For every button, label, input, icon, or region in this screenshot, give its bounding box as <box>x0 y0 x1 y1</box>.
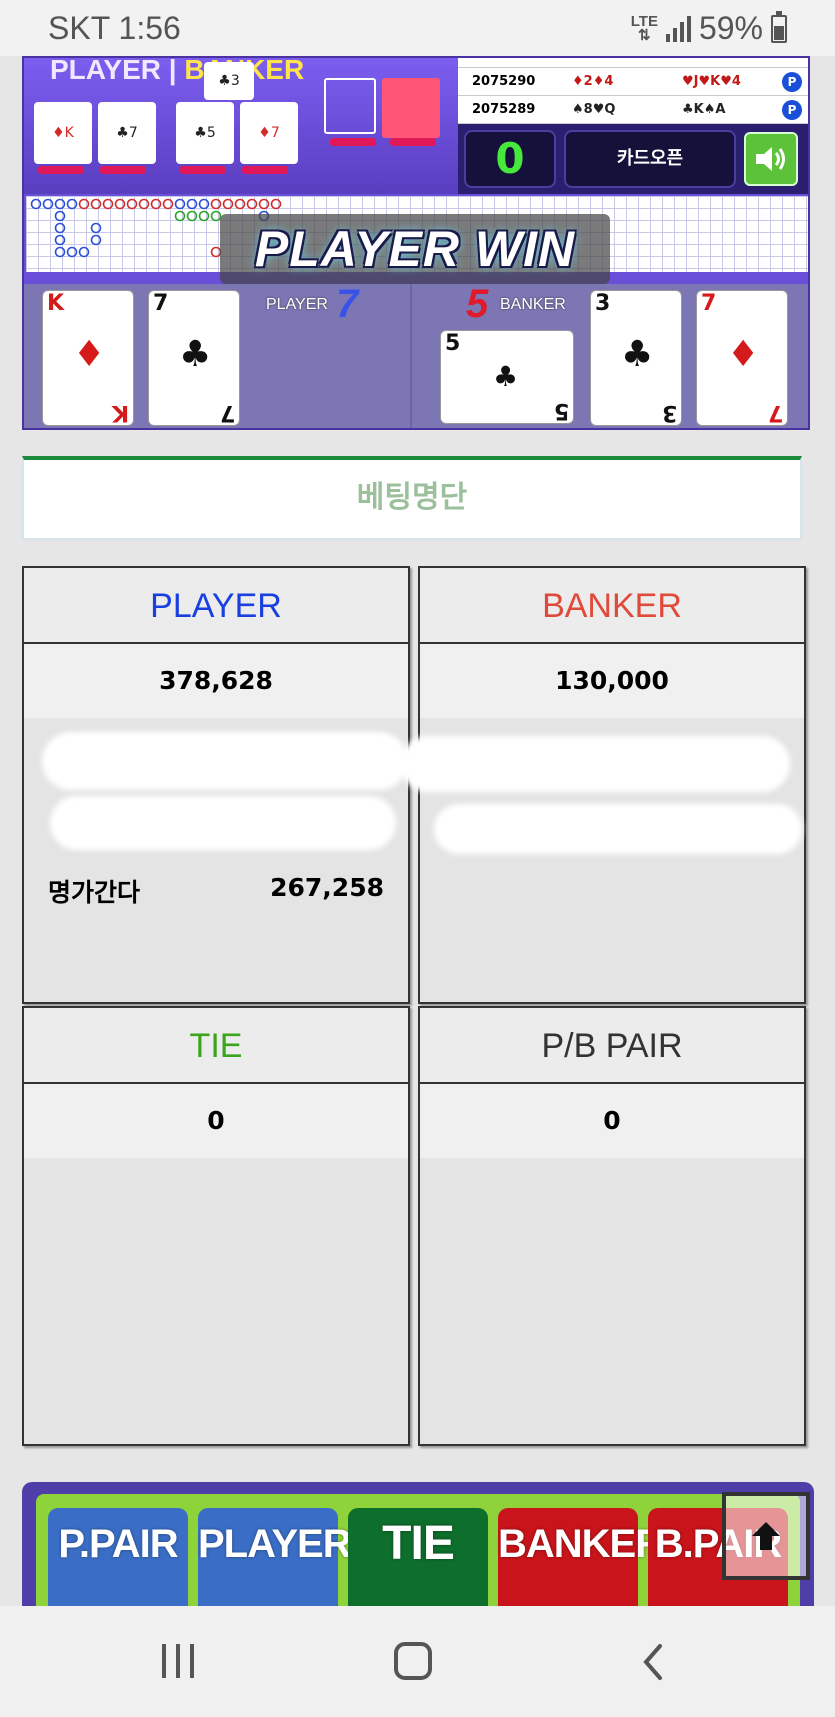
win-banner: PLAYER WIN <box>220 214 610 284</box>
system-nav-bar <box>0 1606 835 1717</box>
pair-panel-title: P/B PAIR <box>420 1008 804 1084</box>
banker-bets-panel: BANKER 130,000 <box>400 566 806 1004</box>
bet-entry-row: 명가간다 267,258 <box>48 873 384 909</box>
result-badge: P <box>782 99 802 120</box>
table-card: ♦7 <box>240 102 298 164</box>
tie-bets-panel: TIE 0 <box>22 1006 410 1446</box>
baccarat-game-view: PLAYER | BANKER ♦K ♣7 ♣5 ♦7 ♣3 2075290 ♦… <box>22 56 810 430</box>
home-button[interactable] <box>394 1642 432 1680</box>
recent-apps-button[interactable] <box>162 1644 194 1678</box>
carrier-time: SKT 1:56 <box>48 10 181 46</box>
table-marker <box>38 166 84 174</box>
card-shoe <box>324 78 376 134</box>
banker-label: BANKER <box>500 296 566 313</box>
banker-card-2: 3 ♣ 3 <box>590 290 682 426</box>
bet-button-bar: P.PAIR PLAYER TIE BANKER B.PAIR <box>22 1482 814 1606</box>
game-controls: 0 카드오픈 <box>458 124 808 194</box>
player-card-2: 7 ♣ 7 <box>148 290 240 426</box>
table-card: ♣5 <box>176 102 234 164</box>
banker-panel-title: BANKER <box>420 568 804 644</box>
redaction-scribble <box>400 736 790 792</box>
history-row: 2075289 ♠8♥Q ♣K♠A P <box>458 96 808 124</box>
banker-score: 5 <box>466 282 489 326</box>
card-shoe <box>382 78 440 138</box>
back-button[interactable] <box>634 1642 674 1682</box>
player-result-area: K ♦ K 7 ♣ 7 PLAYER 7 <box>24 282 410 428</box>
player-score: 7 <box>336 282 359 326</box>
history-row-partial <box>458 58 808 68</box>
banker-total: 130,000 <box>420 644 804 718</box>
arrow-up-icon <box>752 1522 780 1550</box>
tie-bet-button[interactable]: TIE <box>348 1508 488 1606</box>
speaker-icon <box>756 147 785 171</box>
history-row: 2075290 ♦2♦4 ♥J♥K♥4 P <box>458 68 808 96</box>
banker-result-area: 5 BANKER 5 ♣ 5 3 ♣ 3 7 ♦ 7 <box>412 282 808 428</box>
banker-card-1: 5 ♣ 5 <box>440 330 574 424</box>
player-bet-button[interactable]: PLAYER <box>198 1508 352 1606</box>
status-icons: LTE ⇅ 59% <box>631 10 787 47</box>
pair-total: 0 <box>420 1084 804 1158</box>
player-pair-bet-button[interactable]: P.PAIR <box>48 1508 188 1606</box>
scene-title: PLAYER | BANKER <box>50 56 304 85</box>
card-open-button[interactable]: 카드오픈 <box>564 130 736 188</box>
table-card: ♣3 <box>204 62 254 100</box>
redaction-scribble <box>434 804 802 854</box>
chevron-left-icon <box>643 1644 662 1680</box>
table-card: ♣7 <box>98 102 156 164</box>
bet-button-tray: P.PAIR PLAYER TIE BANKER B.PAIR <box>36 1494 800 1606</box>
scroll-top-button[interactable] <box>722 1492 810 1580</box>
round-result: K ♦ K 7 ♣ 7 PLAYER 7 5 BANKER 5 ♣ 5 3 ♣ <box>24 282 808 428</box>
dealer-table-scene: PLAYER | BANKER ♦K ♣7 ♣5 ♦7 ♣3 <box>24 58 458 194</box>
player-panel-title: PLAYER <box>24 568 408 644</box>
table-marker <box>390 138 436 146</box>
banker-card-3: 7 ♦ 7 <box>696 290 788 426</box>
bet-amount: 267,258 <box>270 873 384 902</box>
bet-list-title: 베팅명단 <box>22 456 802 540</box>
player-bets-panel: PLAYER 378,628 명가간다 267,258 <box>22 566 410 1004</box>
tie-panel-title: TIE <box>24 1008 408 1084</box>
sound-toggle-button[interactable] <box>744 132 798 186</box>
table-marker <box>330 138 376 146</box>
player-total: 378,628 <box>24 644 408 718</box>
pair-bets-panel: P/B PAIR 0 <box>418 1006 806 1446</box>
status-bar: SKT 1:56 LTE ⇅ 59% <box>0 0 835 56</box>
banker-bet-button[interactable]: BANKER <box>498 1508 664 1606</box>
table-card: ♦K <box>34 102 92 164</box>
result-badge: P <box>782 71 802 92</box>
battery-percent: 59% <box>698 10 763 46</box>
table-marker <box>242 166 288 174</box>
round-history: 2075290 ♦2♦4 ♥J♥K♥4 P 2075289 ♠8♥Q ♣K♠A … <box>458 58 808 124</box>
redaction-scribble <box>42 732 408 790</box>
bettor-name: 명가간다 <box>48 878 141 907</box>
table-marker <box>180 166 226 174</box>
signal-icon <box>665 15 691 42</box>
player-card-1: K ♦ K <box>42 290 134 426</box>
player-label: PLAYER <box>266 296 328 313</box>
lte-icon: LTE ⇅ <box>630 12 658 44</box>
round-counter: 0 <box>464 130 556 188</box>
tie-total: 0 <box>24 1084 408 1158</box>
redaction-scribble <box>50 796 396 850</box>
battery-icon <box>771 10 787 43</box>
table-marker <box>100 166 146 174</box>
